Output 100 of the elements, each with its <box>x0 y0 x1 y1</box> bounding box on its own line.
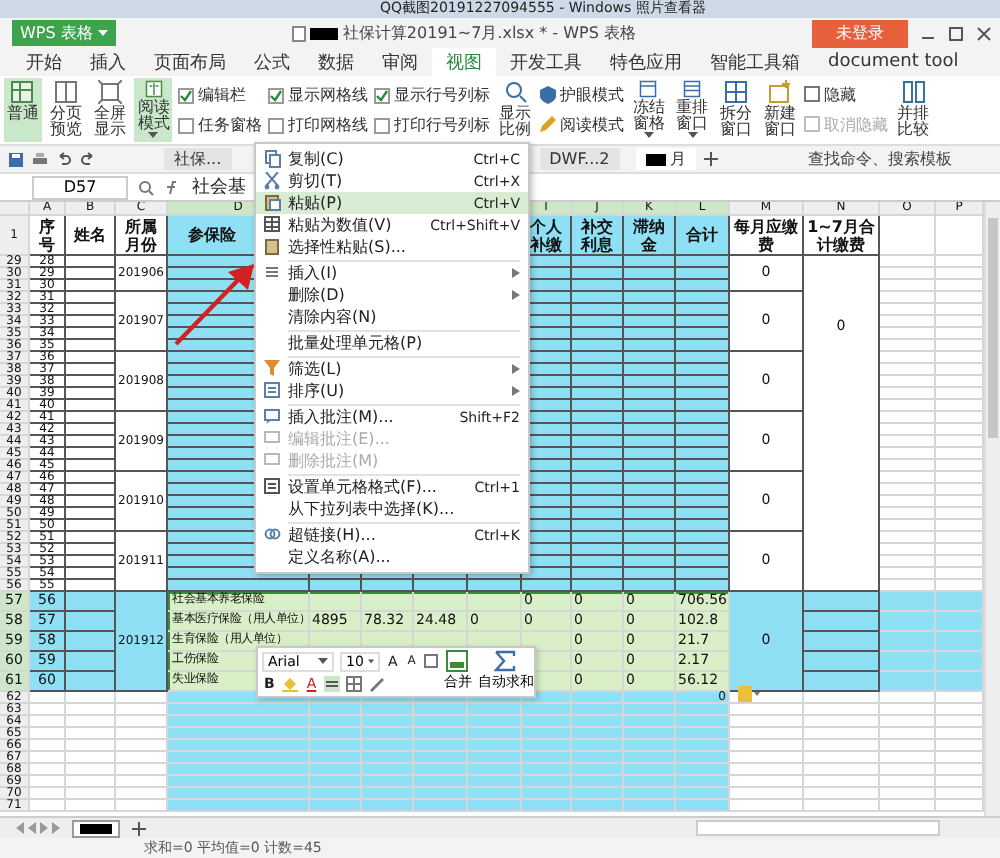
menu-tab[interactable]: 审阅 <box>368 48 432 76</box>
print-icon <box>32 151 48 167</box>
submenu-arrow-icon <box>512 290 520 300</box>
function-icon <box>164 179 182 195</box>
paste-options-icon[interactable] <box>738 686 760 702</box>
redo-icon <box>80 151 96 167</box>
align-icon <box>324 675 341 691</box>
format-icon <box>263 478 281 496</box>
navigation-arrows-icon <box>16 822 60 834</box>
menu-tab[interactable]: 页面布局 <box>140 48 240 76</box>
ribbon-button[interactable]: 新建窗口 <box>760 78 799 142</box>
ribbon-button[interactable]: 护眼模式 <box>539 84 624 106</box>
checkmark-icon <box>270 89 283 101</box>
checkbox[interactable]: 显示行号列标 <box>374 84 491 106</box>
window-title: 社保计算20191~7月.xlsx * - WPS 表格 <box>342 22 636 44</box>
menu-tab[interactable]: 插入 <box>76 48 140 76</box>
caret-icon <box>687 132 698 140</box>
table-icon <box>263 216 281 234</box>
sort-icon <box>263 382 281 400</box>
sigma-icon <box>494 650 517 672</box>
scissors-icon <box>263 172 281 190</box>
menu-item[interactable]: 清除内容(N) <box>256 306 528 328</box>
menu-item[interactable]: 从下拉列表中选择(K)... <box>256 498 528 520</box>
select-all-corner[interactable] <box>0 202 30 216</box>
search-icon <box>138 179 154 195</box>
undo-icon <box>56 151 72 167</box>
search-field[interactable]: 查找命令、搜索模板 <box>808 149 992 169</box>
menu-tab[interactable]: 公式 <box>240 48 304 76</box>
ribbon-button[interactable]: 隐藏 <box>804 84 889 106</box>
menu-item[interactable]: 插入(I) <box>256 262 528 284</box>
menu-item[interactable]: 批量处理单元格(P) <box>256 332 528 354</box>
document-tab[interactable]: 社保... <box>164 148 232 170</box>
menu-item[interactable]: 排序(U) <box>256 380 528 402</box>
ribbon-button[interactable]: 拆分窗口 <box>717 78 755 142</box>
close-icon <box>976 25 992 41</box>
funnel-icon <box>263 360 281 378</box>
submenu-arrow-icon <box>512 364 520 374</box>
magnifier-icon <box>503 80 528 104</box>
caret-icon <box>98 29 109 37</box>
ribbon-button[interactable]: 全屏显示 <box>91 78 129 142</box>
document-tab[interactable]: DWF...2 <box>539 148 620 170</box>
menu-tab[interactable]: 视图 <box>432 48 496 76</box>
menu-tab[interactable]: 开发工具 <box>496 48 596 76</box>
checkbox[interactable]: 任务窗格 <box>178 114 263 136</box>
plus-icon <box>132 821 146 835</box>
checkbox[interactable]: 打印网格线 <box>268 114 369 136</box>
menu-tab[interactable]: 开始 <box>12 48 76 76</box>
ribbon-button[interactable]: 分页预览 <box>47 78 86 142</box>
menu-tab[interactable]: 数据 <box>304 48 368 76</box>
copy-icon <box>263 150 281 168</box>
menu-tab[interactable]: 智能工具箱 <box>696 48 814 76</box>
maximize-icon <box>948 25 964 41</box>
submenu-arrow-icon <box>512 386 520 396</box>
ribbon-button[interactable]: 并排比较 <box>894 78 932 142</box>
fill-color-icon <box>282 675 299 691</box>
checkbox[interactable]: 显示网格线 <box>268 84 369 106</box>
column-header: 滞纳金 <box>624 216 676 256</box>
ribbon-button[interactable]: 重排窗口 <box>673 78 712 142</box>
insert-icon <box>263 264 281 282</box>
caret-icon <box>367 657 374 665</box>
column-header: 补交利息 <box>572 216 624 256</box>
caret-icon <box>148 132 159 140</box>
pencil-icon <box>539 116 556 134</box>
checkbox[interactable]: 打印行号列标 <box>374 114 491 136</box>
sheet-tab[interactable] <box>72 819 120 837</box>
border-icon <box>423 654 438 668</box>
ribbon-button[interactable]: 冻结窗格 <box>629 78 668 142</box>
save-icon <box>8 151 24 167</box>
checkmark-icon <box>180 89 193 101</box>
menu-item[interactable]: 删除(D) <box>256 284 528 306</box>
caret-icon <box>643 132 654 140</box>
ribbon-button[interactable]: 阅读模式 <box>539 114 624 136</box>
redaction-mark <box>310 27 339 39</box>
submenu-arrow-icon <box>512 268 520 278</box>
checkmark-icon <box>376 89 389 101</box>
checkbox[interactable]: 编辑栏 <box>178 84 263 106</box>
shield-icon <box>539 86 556 104</box>
brush-icon <box>368 675 385 691</box>
clipboard-icon <box>263 194 281 212</box>
formula-field[interactable]: 社会基 <box>192 174 246 200</box>
menu-tab[interactable]: 特色应用 <box>596 48 696 76</box>
clipboard-icon <box>263 238 281 256</box>
link-icon <box>263 526 281 544</box>
grid-icon <box>10 80 35 104</box>
column-header: 合计 <box>676 216 730 256</box>
name-box[interactable]: D57 <box>32 175 128 199</box>
menu-tab[interactable]: document tool <box>814 48 973 76</box>
annotation-arrow <box>172 260 256 348</box>
document-tab[interactable]: 月 <box>635 148 696 170</box>
ribbon-button[interactable]: 普通 <box>4 78 42 142</box>
horizontal-scrollbar[interactable] <box>696 820 940 836</box>
ribbon-button[interactable]: 阅读模式 <box>134 78 173 142</box>
document-icon <box>292 25 307 41</box>
menu-item[interactable]: 定义名称(A)... <box>256 546 528 568</box>
ribbon-button[interactable]: 显示比例 <box>496 78 534 142</box>
note-icon <box>263 408 281 426</box>
menu-item[interactable]: 筛选(L) <box>256 358 528 380</box>
plus-icon <box>703 152 718 166</box>
caret-icon <box>318 657 328 665</box>
vertical-scrollbar[interactable] <box>984 202 1000 816</box>
